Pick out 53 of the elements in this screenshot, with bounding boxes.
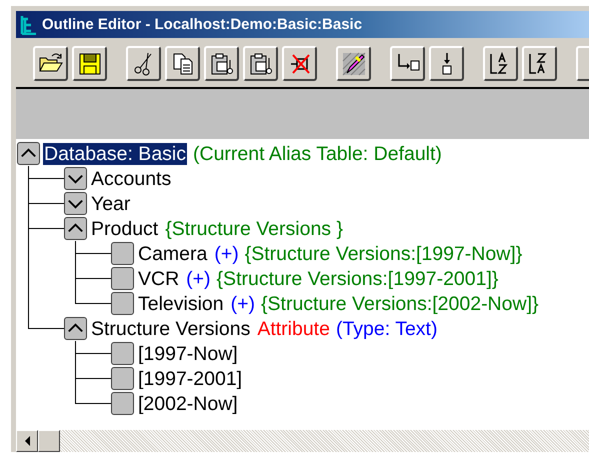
member-box[interactable]	[111, 392, 134, 415]
plus-note: (+)	[186, 268, 211, 290]
scroll-thumb[interactable]	[38, 430, 60, 452]
structure-note: {Structure Versions:[2002-Now]}	[261, 292, 539, 314]
member-label[interactable]: Year	[90, 192, 132, 214]
member-label[interactable]: [2002-Now]	[137, 392, 239, 414]
collapse-toggle[interactable]	[64, 317, 87, 340]
pen-icon	[340, 50, 366, 76]
member-label[interactable]: VCR	[137, 268, 180, 290]
structure-note: {Structure Versions }	[165, 218, 343, 240]
member-box[interactable]	[111, 367, 134, 390]
alias-note: (Current Alias Table: Default)	[193, 142, 442, 164]
toolbar-button[interactable]	[336, 46, 371, 81]
toolbar-button[interactable]	[243, 46, 278, 81]
plus-note: (+)	[230, 292, 256, 314]
window-title: Outline Editor - Localhost:Demo:Basic:Basic	[42, 16, 362, 33]
member-label[interactable]: [1997-2001]	[137, 368, 244, 390]
toolbar-button[interactable]	[429, 46, 464, 81]
attribute-note: Attribute	[257, 318, 330, 340]
member-label[interactable]: [1997-Now]	[137, 342, 239, 364]
toolbar-button[interactable]	[282, 46, 317, 81]
member-box[interactable]	[111, 267, 134, 290]
horizontal-scrollbar[interactable]	[16, 430, 589, 452]
member-label[interactable]: Camera	[137, 242, 208, 264]
expand-toggle[interactable]	[64, 192, 87, 215]
clipboard-icon	[248, 50, 274, 76]
toolbar-button[interactable]	[522, 46, 557, 81]
toolbar-button[interactable]	[126, 46, 161, 81]
outline-tree-icon	[20, 14, 38, 34]
toolbar-button[interactable]	[483, 46, 518, 81]
toolbar-button[interactable]	[390, 46, 425, 81]
structure-note: {Structure Versions:[1997-Now]}	[244, 242, 522, 264]
member-label[interactable]: Database: Basic	[43, 142, 187, 164]
plus-note: (+)	[214, 242, 239, 264]
member-box[interactable]	[111, 342, 134, 365]
type-note: (Type: Text)	[336, 318, 438, 340]
clipboard-icon	[208, 50, 234, 76]
toolbar-button[interactable]	[204, 46, 239, 81]
member-label[interactable]: Product	[90, 218, 160, 240]
left-arrow-icon	[24, 436, 30, 446]
toolbar-button[interactable]	[72, 46, 107, 81]
member-label[interactable]: Television	[137, 292, 225, 314]
toolbar-button[interactable]	[33, 46, 68, 81]
member-box[interactable]	[111, 242, 134, 265]
collapse-toggle[interactable]	[17, 142, 40, 165]
structure-note: {Structure Versions:[1997-2001]}	[216, 268, 498, 290]
member-label[interactable]: Accounts	[90, 168, 172, 190]
toolbar-button[interactable]	[165, 46, 200, 81]
member-box[interactable]	[111, 292, 134, 315]
member-label[interactable]: Structure Versions	[90, 318, 252, 340]
collapse-toggle[interactable]	[64, 217, 87, 240]
scroll-left-button[interactable]	[16, 430, 38, 452]
expand-toggle[interactable]	[64, 167, 87, 190]
